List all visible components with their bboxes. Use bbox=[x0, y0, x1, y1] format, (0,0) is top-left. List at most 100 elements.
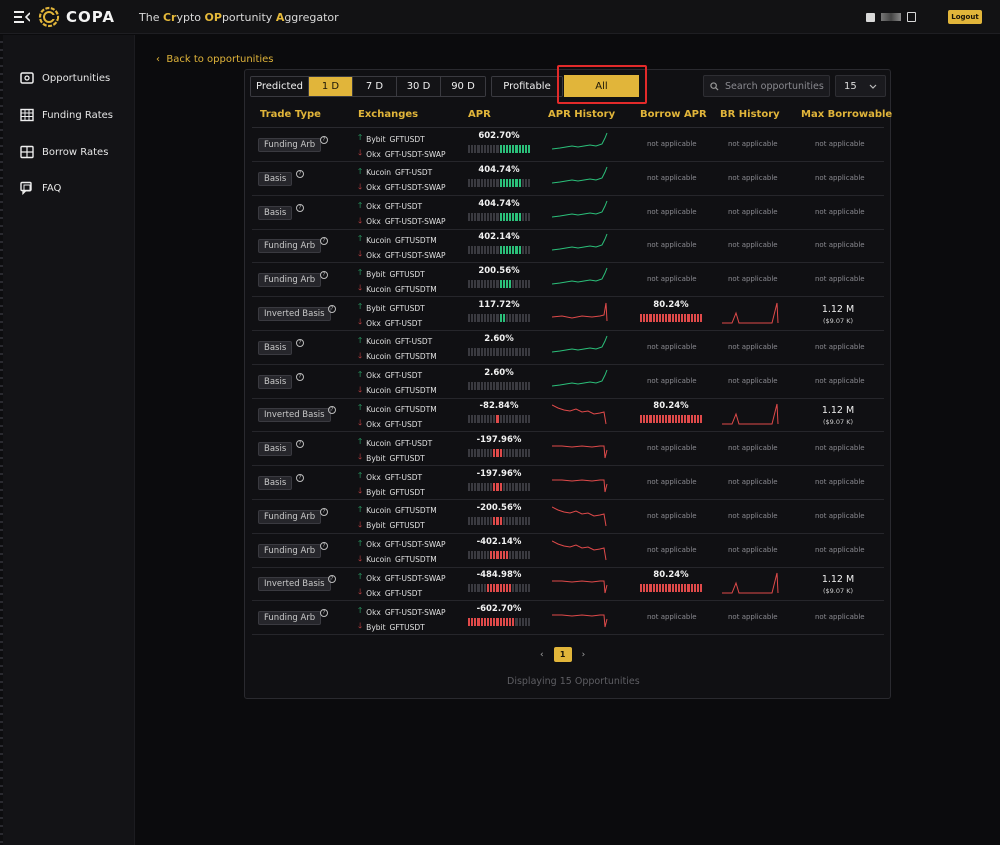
col-exchanges[interactable]: Exchanges bbox=[358, 109, 418, 120]
table-row[interactable]: Basis ? 🡑 Okx GFT-USDT 🡓 Bybit GFTUSDT -197.… bbox=[252, 466, 884, 500]
help-icon[interactable]: ? bbox=[296, 474, 304, 482]
borrow-bar bbox=[662, 314, 665, 322]
per-page-select[interactable]: 15 bbox=[835, 75, 886, 97]
help-icon[interactable]: ? bbox=[320, 271, 328, 280]
table-row[interactable]: Basis ? 🡑 Okx GFT-USDT 🡓 Kucoin GFTUSDTM 2.6… bbox=[252, 365, 884, 399]
borrow-bar bbox=[677, 314, 681, 322]
apr-bar bbox=[474, 178, 477, 187]
max-borrowable-na: not applicable bbox=[815, 173, 865, 182]
back-to-opportunities-link[interactable]: ‹ Back to opportunities bbox=[156, 54, 274, 65]
arrow-down-icon: 🡓 bbox=[358, 519, 363, 529]
apr-strength-bars bbox=[468, 212, 531, 221]
apr-bar bbox=[468, 212, 471, 221]
trade-type-badge: Inverted Basis bbox=[258, 408, 331, 423]
apr-strength-bars bbox=[468, 280, 531, 289]
col-max-borrowable[interactable]: Max Borrowable bbox=[801, 109, 892, 120]
exchange-name: Kucoin bbox=[366, 235, 392, 245]
table-row[interactable]: Funding Arb ? 🡑 Bybit GFTUSDT 🡓 Kucoin GFTUS… bbox=[252, 263, 884, 298]
search-box bbox=[703, 75, 830, 97]
apr-bar bbox=[527, 381, 531, 390]
apr-bar bbox=[524, 212, 527, 221]
table-row[interactable]: Inverted Basis ? 🡑 Bybit GFTUSDT 🡓 Okx GFT-U… bbox=[252, 297, 884, 331]
search-input[interactable] bbox=[725, 80, 825, 92]
apr-bar bbox=[509, 415, 512, 424]
col-apr-history[interactable]: APR History bbox=[548, 109, 615, 120]
copy-icon[interactable] bbox=[907, 12, 916, 22]
apr-bar bbox=[490, 584, 493, 593]
table-row[interactable]: Basis ? 🡑 Okx GFT-USDT 🡓 Okx GFT-USDT-SWAP 4… bbox=[252, 196, 884, 230]
trade-type-badge: Funding Arb bbox=[258, 611, 322, 626]
sidebar-item-faq[interactable]: FAQ bbox=[20, 180, 61, 196]
apr-bar bbox=[515, 246, 518, 255]
help-icon[interactable]: ? bbox=[296, 372, 304, 381]
col-apr[interactable]: APR bbox=[468, 109, 491, 120]
tab-all[interactable]: All bbox=[564, 75, 639, 97]
menu-icon[interactable] bbox=[14, 11, 30, 23]
apr-bar bbox=[471, 246, 474, 255]
help-icon[interactable]: ? bbox=[296, 169, 304, 178]
table-row[interactable]: Funding Arb ? 🡑 Kucoin GFTUSDTM 🡓 Bybit GFTU… bbox=[252, 500, 884, 534]
borrow-bar bbox=[668, 314, 671, 322]
apr-bar bbox=[477, 516, 480, 525]
trade-type-badge: Funding Arb bbox=[258, 543, 322, 558]
redacted-address bbox=[881, 13, 901, 21]
next-page-button[interactable]: › bbox=[582, 650, 586, 660]
symbol: GFTUSDT bbox=[389, 269, 425, 279]
apr-bar bbox=[486, 584, 490, 593]
help-icon[interactable]: ? bbox=[328, 575, 336, 584]
sidebar-item-funding-rates[interactable]: Funding Rates bbox=[20, 107, 113, 123]
apr-bar bbox=[483, 449, 486, 458]
exchange-name: Kucoin bbox=[366, 352, 392, 362]
apr-bar bbox=[468, 280, 471, 289]
prev-page-button[interactable]: ‹ bbox=[540, 650, 544, 660]
table-row[interactable]: Funding Arb ? 🡑 Bybit GFTUSDT 🡓 Okx GFT-USDT… bbox=[252, 128, 884, 162]
help-icon[interactable]: ? bbox=[296, 338, 304, 347]
help-icon[interactable]: ? bbox=[320, 609, 328, 618]
tab-30d[interactable]: 30 D bbox=[397, 77, 441, 96]
help-icon[interactable]: ? bbox=[296, 203, 304, 212]
table-row[interactable]: Basis ? 🡑 Kucoin GFT-USDT 🡓 Kucoin GFTUSDTM … bbox=[252, 331, 884, 365]
logout-button[interactable]: Logout bbox=[948, 10, 982, 24]
table-row[interactable]: Funding Arb ? 🡑 Kucoin GFTUSDTM 🡓 Okx GFT-US… bbox=[252, 229, 884, 264]
borrow-bar bbox=[671, 314, 674, 322]
col-borrow-apr[interactable]: Borrow APR bbox=[640, 109, 707, 120]
table-row[interactable]: Inverted Basis ? 🡑 Okx GFT-USDT-SWAP 🡓 Okx G… bbox=[252, 567, 884, 602]
tab-profitable[interactable]: Profitable bbox=[492, 77, 562, 96]
tab-7d[interactable]: 7 D bbox=[353, 77, 397, 96]
apr-bar bbox=[474, 280, 477, 289]
help-icon[interactable]: ? bbox=[328, 305, 336, 313]
apr-bar bbox=[524, 347, 527, 356]
col-br-history[interactable]: BR History bbox=[720, 109, 780, 120]
br-history-sparkline bbox=[722, 302, 779, 324]
symbol: GFT-USDT bbox=[384, 588, 423, 598]
borrow-bar bbox=[677, 584, 681, 593]
apr-bar bbox=[512, 178, 515, 187]
help-icon[interactable]: ? bbox=[296, 440, 304, 449]
help-icon[interactable]: ? bbox=[320, 541, 328, 550]
borrow-bar bbox=[649, 415, 652, 424]
table-row[interactable]: Funding Arb ? 🡑 Okx GFT-USDT-SWAP 🡓 Bybit GF… bbox=[252, 601, 884, 636]
apr-bar bbox=[480, 145, 483, 153]
apr-bar bbox=[527, 618, 531, 627]
tab-1d[interactable]: 1 D bbox=[309, 77, 353, 96]
table-row[interactable]: Basis ? 🡑 Kucoin GFT-USDT 🡓 Okx GFT-USDT-SWA… bbox=[252, 162, 884, 196]
apr-bar bbox=[512, 212, 515, 221]
sidebar-item-opportunities[interactable]: Opportunities bbox=[20, 70, 110, 86]
help-icon[interactable]: ? bbox=[328, 406, 336, 415]
help-icon[interactable]: ? bbox=[320, 136, 328, 144]
apr-bar bbox=[490, 415, 493, 424]
tab-predicted[interactable]: Predicted bbox=[251, 77, 309, 96]
tab-90d[interactable]: 90 D bbox=[441, 77, 485, 96]
help-icon[interactable]: ? bbox=[320, 507, 328, 516]
col-trade-type[interactable]: Trade Type bbox=[260, 109, 321, 120]
borrow-bar bbox=[649, 314, 652, 322]
max-borrowable-usd: ($9.07 K) bbox=[822, 418, 853, 427]
apr-bar bbox=[480, 618, 483, 627]
table-row[interactable]: Funding Arb ? 🡑 Okx GFT-USDT-SWAP 🡓 Kucoin G… bbox=[252, 534, 884, 568]
sidebar-item-borrow-rates[interactable]: Borrow Rates bbox=[20, 144, 108, 160]
table-row[interactable]: Inverted Basis ? 🡑 Kucoin GFTUSDTM 🡓 Okx GFT… bbox=[252, 398, 884, 433]
help-icon[interactable]: ? bbox=[320, 237, 328, 246]
page-button[interactable]: 1 bbox=[553, 647, 572, 662]
table-row[interactable]: Basis ? 🡑 Kucoin GFT-USDT 🡓 Bybit GFTUSDT -1… bbox=[252, 432, 884, 467]
apr-bar bbox=[477, 212, 480, 221]
